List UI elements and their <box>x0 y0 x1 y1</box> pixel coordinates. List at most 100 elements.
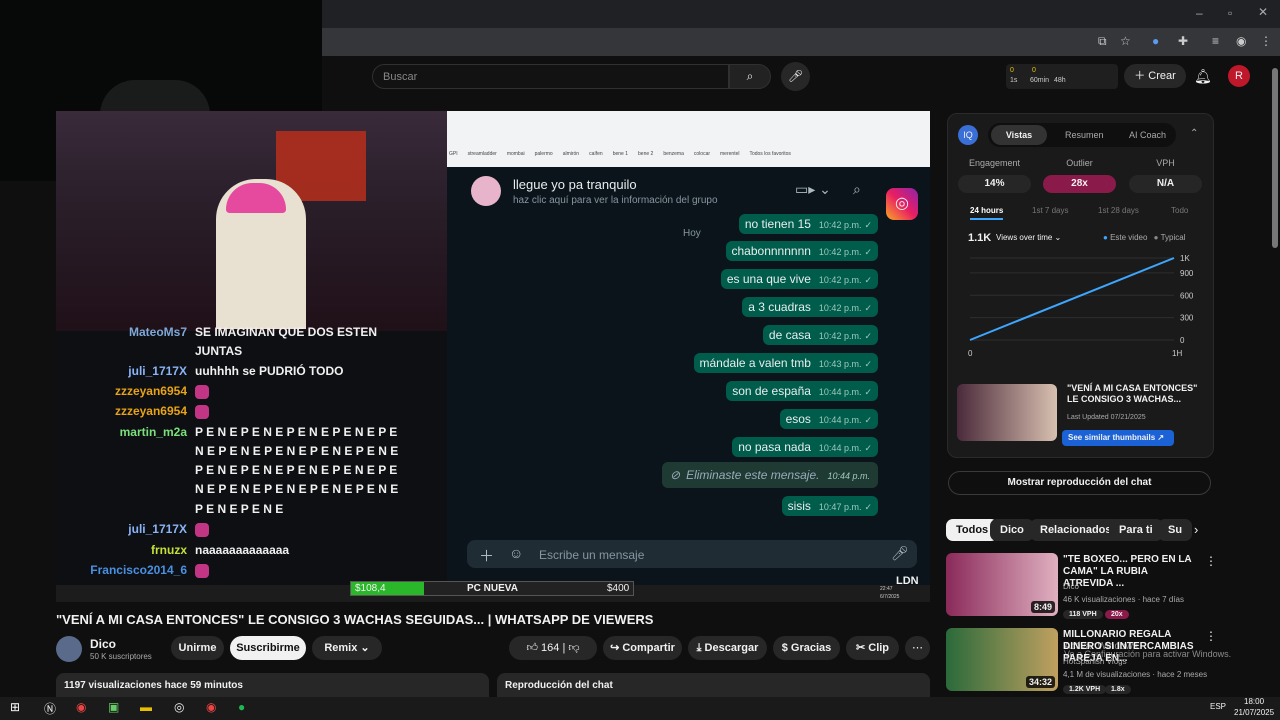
show-chat-replay-button[interactable]: Mostrar reproducción del chat <box>948 471 1211 495</box>
plus-icon[interactable]: ＋ <box>479 545 494 566</box>
message-bubble[interactable]: chabonnnnnnn 10:42 p.m. ✓ <box>725 241 878 261</box>
bookmark[interactable]: almirón <box>563 151 579 157</box>
video-thumbnail[interactable]: 34:32 <box>946 628 1058 691</box>
scrollbar[interactable] <box>1272 68 1278 248</box>
tab-resumen[interactable]: Resumen <box>1065 130 1104 140</box>
remix-button[interactable]: Remix ⌄ <box>312 636 382 660</box>
range-tab[interactable]: 1st 28 days <box>1098 206 1139 215</box>
bell-icon[interactable]: 🔔︎ <box>1194 68 1212 85</box>
clip-button[interactable]: ✂ Clip <box>846 636 899 660</box>
filter-chip[interactable]: Para ti <box>1109 519 1163 541</box>
deleted-message[interactable]: ⊘ Eliminaste este mensaje. 10:44 p.m. <box>662 462 878 488</box>
puzzle-icon[interactable]: ✚ <box>1178 34 1188 48</box>
join-button[interactable]: Unirme <box>171 636 224 660</box>
menu-icon[interactable]: ⋮ <box>1260 34 1272 48</box>
message-bubble[interactable]: sisis 10:47 p.m. ✓ <box>781 496 878 516</box>
minecraft-icon[interactable]: ▣ <box>108 700 119 714</box>
bookmark[interactable]: streamladder <box>468 151 497 157</box>
range-tab[interactable]: 24 hours <box>970 206 1004 220</box>
folder-icon[interactable]: ▬ <box>140 700 152 714</box>
share-button[interactable]: ↪ Compartir <box>603 636 682 660</box>
video-call-icon[interactable]: ▭▸ ⌄ <box>795 181 831 198</box>
profile-icon[interactable]: ◉ <box>1236 34 1246 48</box>
chat-username[interactable]: juli_1717X <box>60 364 187 378</box>
star-icon[interactable]: ☆ <box>1120 34 1131 48</box>
views-select[interactable]: Views over time ⌄ <box>996 233 1061 242</box>
tab-vistas[interactable]: Vistas <box>991 125 1047 145</box>
message-bubble[interactable]: mándale a valen tmb 10:43 p.m. ✓ <box>693 353 878 373</box>
message-bubble[interactable]: son de españa 10:44 p.m. ✓ <box>726 381 878 401</box>
bookmark[interactable]: bene 1 <box>613 151 628 157</box>
bookmark[interactable]: mombai <box>507 151 525 157</box>
filter-chip[interactable]: Su <box>1158 519 1193 541</box>
maximize-icon[interactable]: ▫ <box>1228 6 1232 20</box>
extension-icon[interactable]: ● <box>1152 34 1159 48</box>
bookmark[interactable]: palermo <box>535 151 553 157</box>
subscribe-button[interactable]: Suscribirme <box>230 636 306 660</box>
more-actions-button[interactable]: ⋯ <box>905 636 930 660</box>
obs-icon[interactable]: ◎ <box>174 700 184 714</box>
tab-ai-coach[interactable]: AI Coach <box>1129 130 1166 140</box>
filter-chip[interactable]: Dico <box>990 519 1034 541</box>
search-input[interactable]: Buscar <box>372 64 729 89</box>
minimize-icon[interactable]: – <box>1196 6 1203 20</box>
media-icon[interactable]: ≡ <box>1212 34 1219 48</box>
thanks-button[interactable]: $ Gracias <box>773 636 840 660</box>
chat-username[interactable]: juli_1717X <box>60 522 187 536</box>
chat-replay-header[interactable]: Reproducción del chat <box>497 673 930 697</box>
emoji-icon[interactable]: ☺ <box>509 545 523 561</box>
rec-channel[interactable]: Dico <box>1063 582 1079 591</box>
chat-username[interactable]: MateoMs7 <box>60 325 187 339</box>
filter-chip[interactable]: Relacionados <box>1030 519 1122 541</box>
card-thumbnail[interactable] <box>957 384 1057 441</box>
notion-icon[interactable]: Ⓝ <box>44 700 56 717</box>
create-button[interactable]: ＋ Crear <box>1124 64 1186 88</box>
video-description[interactable]: 1197 visualizaciones hace 59 minutos <box>56 673 489 697</box>
chrome-active-icon[interactable]: ◉ <box>206 700 216 714</box>
similar-thumbnails-button[interactable]: See similar thumbnails ↗ <box>1062 430 1174 446</box>
bookmark[interactable]: merentel <box>720 151 739 157</box>
message-input[interactable]: Escribe un mensaje <box>539 548 644 562</box>
message-bubble[interactable]: a 3 cuadras 10:42 p.m. ✓ <box>742 297 878 317</box>
whatsapp-header[interactable]: llegue yo pa tranquilo haz clic aquí par… <box>457 167 930 217</box>
bookmark[interactable]: bene 2 <box>638 151 653 157</box>
message-bubble[interactable]: esos 10:44 p.m. ✓ <box>779 409 878 429</box>
message-bubble[interactable]: de casa 10:42 p.m. ✓ <box>762 325 878 345</box>
message-bubble[interactable]: es una que vive 10:42 p.m. ✓ <box>720 269 878 289</box>
message-bubble[interactable]: no pasa nada 10:44 p.m. ✓ <box>732 437 878 457</box>
windows-start-icon[interactable]: ⊞ <box>10 700 20 714</box>
rec-title[interactable]: "TE BOXEO... PERO EN LA CAMA" LA RUBIA A… <box>1063 554 1199 590</box>
like-button[interactable]: 👍︎ 164 | 👎︎ <box>509 636 597 660</box>
message-composer[interactable]: ＋ ☺ Escribe un mensaje 🎤︎ <box>467 540 917 568</box>
bookmark[interactable]: benzema <box>663 151 684 157</box>
more-vert-icon[interactable]: ⋮ <box>1205 554 1217 568</box>
mic-icon[interactable]: 🎤︎ <box>891 545 909 562</box>
range-tab[interactable]: 1st 7 days <box>1032 206 1068 215</box>
video-thumbnail[interactable]: 8:49 <box>946 553 1058 616</box>
collapse-icon[interactable]: ⌃ <box>1190 128 1198 139</box>
chrome-icon[interactable]: ◉ <box>76 700 86 714</box>
spotify-icon[interactable]: ● <box>238 700 245 714</box>
message-bubble[interactable]: no tienen 15 10:42 p.m. ✓ <box>738 214 878 234</box>
range-tab[interactable]: Todo <box>1171 206 1188 215</box>
chat-username[interactable]: Francisco2014_6 <box>60 563 187 577</box>
bookmark[interactable]: colocar <box>694 151 710 157</box>
chevron-right-icon[interactable]: › <box>1194 522 1198 537</box>
clock-date[interactable]: 21/07/2025 <box>1234 708 1274 717</box>
avatar[interactable]: R <box>1228 65 1250 87</box>
close-icon[interactable]: ✕ <box>1258 5 1268 19</box>
channel-name[interactable]: Dico <box>90 637 116 651</box>
install-icon[interactable]: ⧉ <box>1098 34 1107 49</box>
chat-username[interactable]: martin_m2a <box>60 425 187 439</box>
clock-time[interactable]: 18:00 <box>1244 697 1264 706</box>
channel-avatar[interactable] <box>56 636 82 662</box>
search-button[interactable]: ⌕ <box>729 64 771 89</box>
bookmark[interactable]: Todos los favoritos <box>749 151 790 157</box>
download-button[interactable]: ⤓ Descargar <box>688 636 767 660</box>
search-icon[interactable]: ⌕ <box>853 181 861 198</box>
chat-username[interactable]: zzzeyan6954 <box>60 384 187 398</box>
more-vert-icon[interactable]: ⋮ <box>1205 629 1217 643</box>
bookmark[interactable]: GPI <box>449 151 458 157</box>
language-indicator[interactable]: ESP <box>1210 702 1226 711</box>
chat-username[interactable]: frnuzx <box>60 543 187 557</box>
